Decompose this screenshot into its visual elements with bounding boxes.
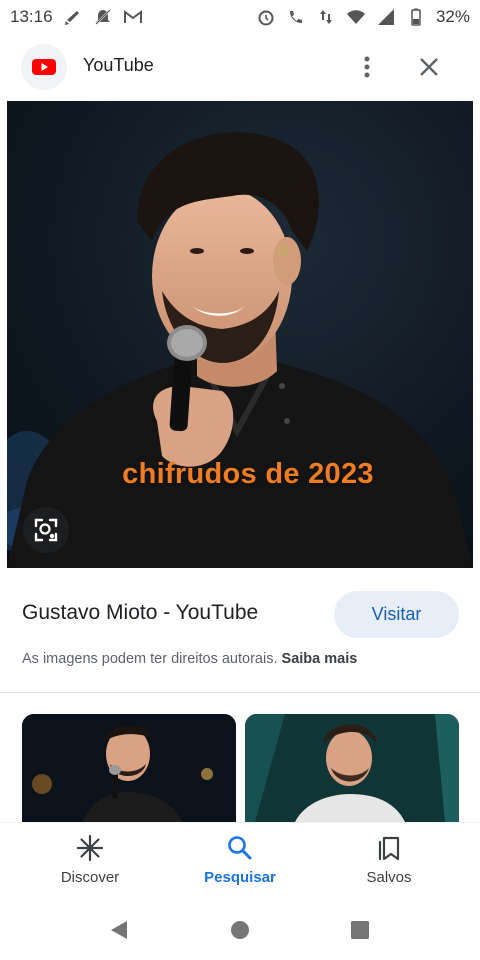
status-bar: 13:16 32%: [0, 0, 480, 34]
thumbnail-image: [22, 714, 236, 822]
divider: [0, 692, 480, 693]
site-name[interactable]: YouTube: [83, 55, 154, 76]
learn-more-link[interactable]: Saiba mais: [282, 651, 358, 667]
image-overlay-text: chifrudos de 2023: [122, 458, 374, 490]
nav-label-search: Pesquisar: [204, 869, 276, 886]
gmail-icon: [123, 7, 143, 27]
related-image-2[interactable]: [245, 714, 459, 822]
result-title[interactable]: Gustavo Mioto - YouTube: [22, 601, 258, 625]
system-navigation-bar: [0, 902, 480, 960]
data-arrows-icon: [316, 7, 336, 27]
header: YouTube: [0, 40, 480, 94]
search-icon: [225, 833, 255, 863]
recent-apps-icon[interactable]: [348, 918, 372, 942]
wifi-icon: [346, 7, 366, 27]
cell-signal-icon: [376, 7, 396, 27]
related-image-1[interactable]: [22, 714, 236, 822]
nav-item-search[interactable]: Pesquisar: [180, 833, 300, 886]
nav-item-saved[interactable]: Salvos: [329, 833, 449, 886]
nav-label-saved: Salvos: [366, 869, 412, 886]
nav-item-discover[interactable]: Discover: [30, 833, 150, 886]
home-icon[interactable]: [228, 918, 252, 942]
nav-label-discover: Discover: [60, 869, 120, 886]
close-icon[interactable]: [414, 52, 444, 82]
image-illustration: [7, 101, 473, 568]
alarm-icon: [256, 7, 276, 27]
bookmarks-icon: [374, 833, 404, 863]
thumbnail-image: [245, 714, 459, 822]
battery-icon: [406, 7, 426, 27]
visit-button[interactable]: Visitar: [334, 591, 459, 638]
copyright-notice: As imagens podem ter direitos autorais. …: [22, 651, 357, 667]
wifi-calling-icon: [286, 7, 306, 27]
asterisk-icon: [75, 833, 105, 863]
more-vert-icon[interactable]: [352, 52, 382, 82]
status-right: 32%: [256, 7, 470, 27]
back-icon[interactable]: [107, 918, 131, 942]
status-left: 13:16: [10, 7, 143, 27]
status-time: 13:16: [10, 7, 53, 26]
main-image[interactable]: chifrudos de 2023: [7, 101, 473, 568]
youtube-logo-icon[interactable]: [21, 44, 67, 90]
bottom-navigation: Discover Pesquisar Salvos: [0, 822, 480, 902]
notifications-off-icon: [93, 7, 113, 27]
broom-icon: [63, 7, 83, 27]
lens-search-icon[interactable]: [23, 507, 69, 553]
battery-percent: 32%: [435, 7, 470, 26]
copyright-text: As imagens podem ter direitos autorais.: [22, 651, 278, 667]
